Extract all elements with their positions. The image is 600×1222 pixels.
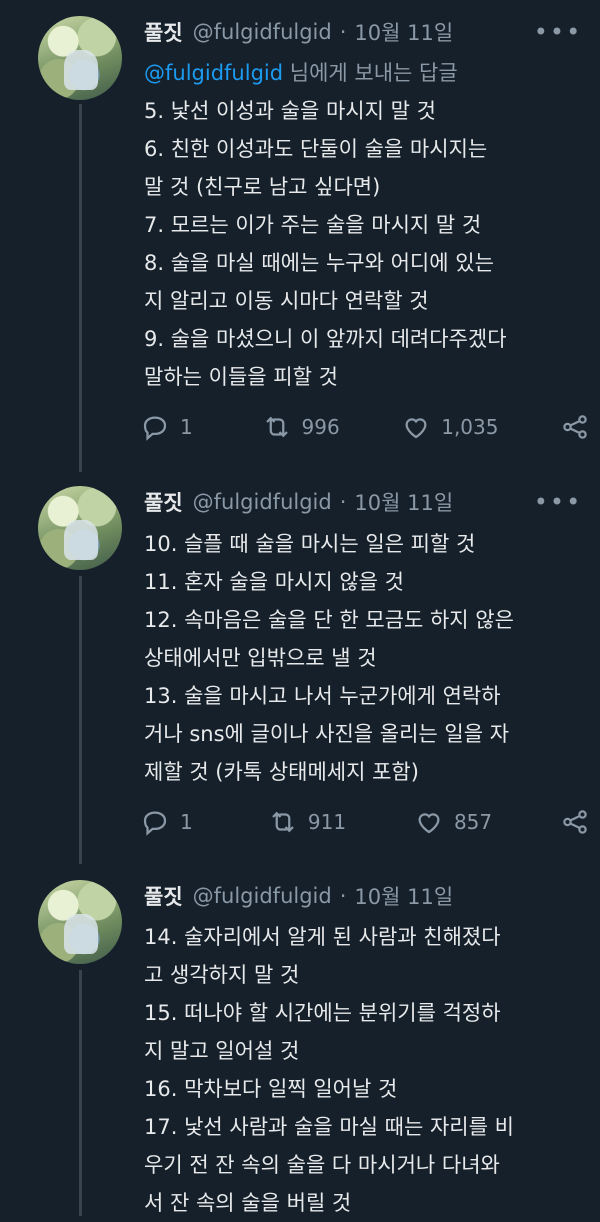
retweet-icon bbox=[272, 811, 294, 833]
reply-icon bbox=[143, 811, 167, 836]
tweet-text: 14. 술자리에서 알게 된 사람과 친해졌다 고 생각하지 말 것 15. 떠… bbox=[144, 918, 584, 1222]
replying-suffix: 님에게 보내는 답글 bbox=[283, 61, 458, 85]
tweet-date[interactable]: 10월 11일 bbox=[354, 487, 453, 517]
more-icon[interactable]: ••• bbox=[534, 14, 580, 50]
separator-dot: · bbox=[339, 490, 347, 514]
tweet-line: 제할 것 (카톡 상태메세지 포함) bbox=[144, 760, 419, 784]
retweet-icon bbox=[265, 416, 288, 438]
tweet-line: 지 알리고 이동 시마다 연락할 것 bbox=[144, 289, 429, 313]
user-handle[interactable]: @fulgidfulgid bbox=[193, 490, 332, 514]
separator-dot: · bbox=[339, 20, 347, 44]
separator-dot: · bbox=[339, 884, 347, 908]
tweet-line: 고 생각하지 말 것 bbox=[144, 963, 300, 987]
share-button[interactable] bbox=[560, 412, 590, 442]
display-name[interactable]: 풀짓 bbox=[144, 881, 183, 911]
tweet-date[interactable]: 10월 11일 bbox=[354, 17, 453, 47]
tweet-header: 풀짓 @fulgidfulgid · 10월 11일 bbox=[144, 14, 453, 50]
tweet-line: 우기 전 잔 속의 술을 다 마시거나 다녀와 bbox=[144, 1153, 500, 1177]
tweet-line: 16. 막차보다 일찍 일어날 것 bbox=[144, 1077, 398, 1101]
share-icon bbox=[563, 415, 587, 439]
tweet-line: 6. 친한 이성과도 단둘이 술을 마시지는 bbox=[144, 137, 488, 161]
tweet-line: 말하는 이들을 피할 것 bbox=[144, 365, 338, 389]
display-name[interactable]: 풀짓 bbox=[144, 17, 183, 47]
thread-line bbox=[79, 970, 82, 1216]
avatar[interactable] bbox=[38, 880, 122, 964]
reply-icon bbox=[143, 416, 167, 441]
replying-to: @fulgidfulgid 님에게 보내는 답글 bbox=[144, 57, 458, 87]
tweet-line: 상태에서만 입밖으로 낼 것 bbox=[144, 646, 377, 670]
tweet-line: 7. 모르는 이가 주는 술을 마시지 말 것 bbox=[144, 213, 482, 237]
retweet-count: 911 bbox=[307, 810, 347, 834]
thread-line bbox=[79, 576, 82, 864]
tweet-actions: 1 911 857 bbox=[140, 802, 590, 842]
tweet-line: 9. 술을 마셨으니 이 앞까지 데려다주겠다 bbox=[144, 327, 507, 351]
like-count: 1,035 bbox=[441, 415, 499, 439]
tweet-line: 12. 속마음은 술을 단 한 모금도 하지 않은 bbox=[144, 608, 514, 632]
heart-icon bbox=[418, 813, 440, 834]
like-button[interactable]: 1,035 bbox=[401, 412, 498, 442]
tweet-line: 17. 낯선 사람과 술을 마실 때는 자리를 비 bbox=[144, 1115, 514, 1139]
heart-icon bbox=[405, 418, 427, 439]
like-count: 857 bbox=[453, 810, 493, 834]
tweet-text: 10. 슬플 때 술을 마시는 일은 피할 것 11. 혼자 술을 마시지 않을… bbox=[144, 525, 584, 791]
reply-count: 1 bbox=[180, 810, 193, 834]
tweet-line: 11. 혼자 술을 마시지 않을 것 bbox=[144, 570, 404, 594]
tweet-line: 15. 떠나야 할 시간에는 분위기를 걱정하 bbox=[144, 1001, 501, 1025]
retweet-button[interactable]: 911 bbox=[268, 807, 346, 837]
reply-count: 1 bbox=[180, 415, 193, 439]
tweet-line: 5. 낯선 이성과 술을 마시지 말 것 bbox=[144, 99, 436, 123]
tweet-line: 13. 술을 마시고 나서 누군가에게 연락하 bbox=[144, 684, 501, 708]
share-button[interactable] bbox=[560, 807, 590, 837]
tweet-line: 말 것 (친구로 남고 싶다면) bbox=[144, 175, 381, 199]
tweet-line: 지 말고 일어설 것 bbox=[144, 1039, 300, 1063]
tweet-header: 풀짓 @fulgidfulgid · 10월 11일 bbox=[144, 878, 453, 914]
user-handle[interactable]: @fulgidfulgid bbox=[193, 884, 332, 908]
reply-button[interactable]: 1 bbox=[140, 807, 200, 837]
tweet-line: 10. 슬플 때 술을 마시는 일은 피할 것 bbox=[144, 532, 476, 556]
retweet-button[interactable]: 996 bbox=[262, 412, 340, 442]
tweet-actions: 1 996 1,035 bbox=[140, 407, 590, 447]
tweet-line: 서 잔 속의 술을 버릴 것 bbox=[144, 1191, 352, 1215]
tweet-line: 8. 술을 마실 때에는 누구와 어디에 있는 bbox=[144, 251, 494, 275]
reply-button[interactable]: 1 bbox=[140, 412, 200, 442]
user-handle[interactable]: @fulgidfulgid bbox=[193, 20, 332, 44]
tweet-text: 5. 낯선 이성과 술을 마시지 말 것 6. 친한 이성과도 단둘이 술을 마… bbox=[144, 92, 584, 396]
like-button[interactable]: 857 bbox=[414, 807, 492, 837]
retweet-count: 996 bbox=[301, 415, 340, 439]
more-icon[interactable]: ••• bbox=[534, 484, 580, 520]
tweet-line: 거나 sns에 글이나 사진을 올리는 일을 자 bbox=[144, 722, 510, 746]
share-icon bbox=[563, 810, 587, 834]
mention-link[interactable]: @fulgidfulgid bbox=[144, 61, 283, 85]
display-name[interactable]: 풀짓 bbox=[144, 487, 183, 517]
avatar[interactable] bbox=[38, 16, 122, 100]
tweet-date[interactable]: 10월 11일 bbox=[354, 881, 453, 911]
thread-line bbox=[79, 104, 82, 472]
avatar[interactable] bbox=[38, 486, 122, 570]
tweet-line: 14. 술자리에서 알게 된 사람과 친해졌다 bbox=[144, 925, 501, 949]
tweet-header: 풀짓 @fulgidfulgid · 10월 11일 bbox=[144, 484, 453, 520]
